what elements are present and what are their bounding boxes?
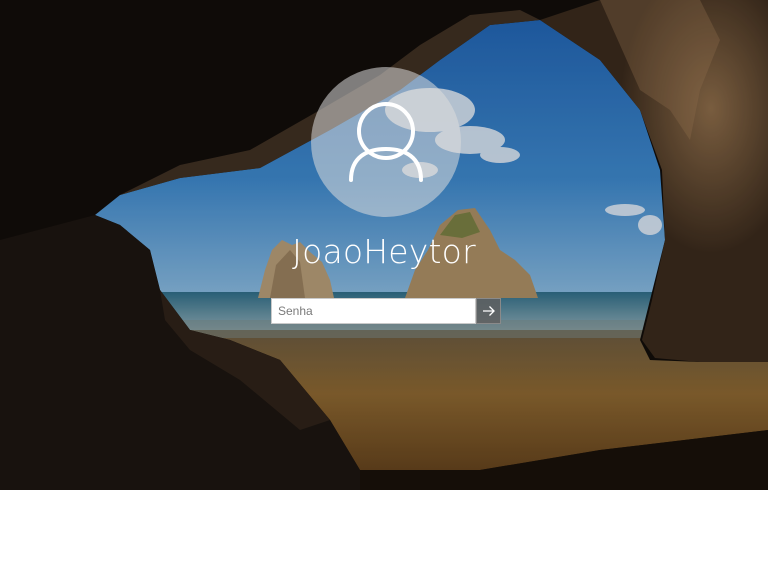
user-avatar bbox=[311, 67, 461, 217]
user-name: JoaoHeytor bbox=[292, 232, 476, 271]
lock-screen: JoaoHeytor bbox=[0, 0, 768, 490]
blank-area bbox=[0, 490, 768, 588]
submit-button[interactable] bbox=[476, 298, 501, 324]
password-row bbox=[271, 298, 501, 324]
arrow-right-icon bbox=[482, 306, 495, 316]
password-input[interactable] bbox=[271, 298, 476, 324]
user-icon bbox=[349, 102, 423, 182]
